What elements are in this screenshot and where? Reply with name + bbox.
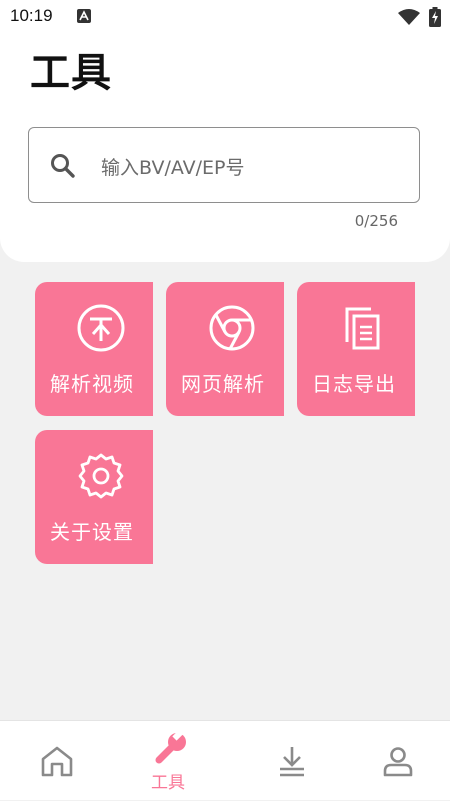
chrome-icon	[207, 303, 257, 357]
tool-log-export[interactable]: 日志导出	[297, 282, 415, 416]
tool-label: 网页解析	[181, 372, 265, 396]
notification-a-icon	[77, 9, 91, 23]
search-placeholder: 输入BV/AV/EP号	[101, 157, 245, 179]
status-bar: 10:19	[0, 0, 450, 34]
home-icon	[40, 745, 74, 781]
gear-icon	[76, 451, 126, 505]
nav-label-tools: 工具	[151, 773, 185, 793]
battery-charging-icon	[429, 7, 441, 31]
download-icon	[277, 745, 307, 781]
nav-item-tools[interactable]: 工具	[112, 721, 224, 801]
header-card: 工具 输入BV/AV/EP号 0/256	[0, 0, 450, 262]
wrench-icon	[154, 729, 188, 769]
tool-parse-video[interactable]: 解析视频	[35, 282, 153, 416]
status-time: 10:19	[10, 6, 53, 25]
page-title: 工具	[30, 50, 112, 96]
search-icon	[50, 153, 76, 183]
tool-label: 日志导出	[312, 372, 396, 396]
char-counter: 0/256	[354, 212, 398, 230]
wifi-icon	[397, 8, 421, 30]
video-parse-icon	[76, 303, 126, 357]
nav-item-download[interactable]	[225, 721, 337, 801]
nav-item-home[interactable]	[0, 721, 112, 801]
nav-item-profile[interactable]	[338, 721, 450, 801]
tool-about-settings[interactable]: 关于设置	[35, 430, 153, 564]
tool-web-parse[interactable]: 网页解析	[166, 282, 284, 416]
tool-label: 解析视频	[50, 372, 134, 396]
search-input[interactable]: 输入BV/AV/EP号	[28, 127, 420, 203]
tool-label: 关于设置	[50, 520, 134, 544]
user-icon	[382, 745, 414, 781]
bottom-nav: 工具	[0, 720, 450, 800]
document-copy-icon	[338, 303, 388, 357]
